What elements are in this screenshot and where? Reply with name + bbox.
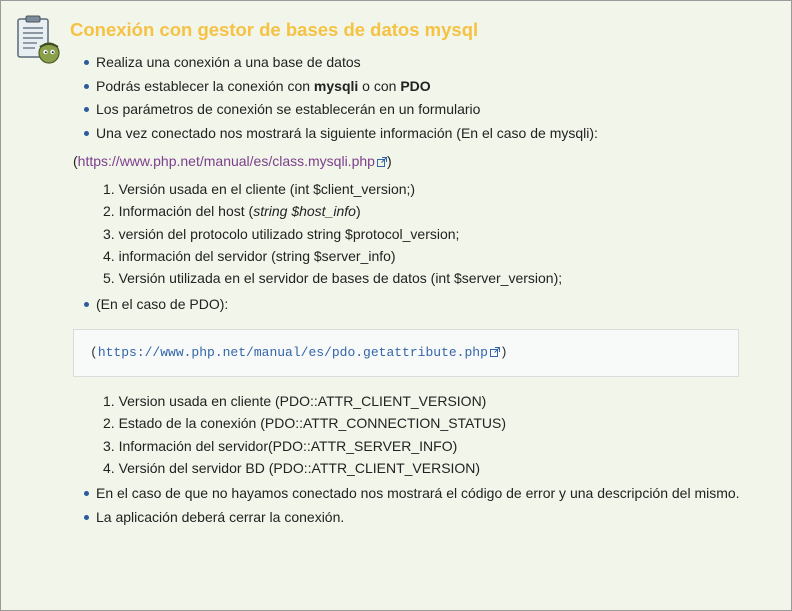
item-number: 2. xyxy=(103,203,115,220)
bullet-icon xyxy=(84,302,89,307)
intro-list: Realiza una conexión a una base de datos… xyxy=(84,53,598,147)
mysqli-docs-link[interactable]: https://www.php.net/manual/es/class.mysq… xyxy=(78,153,375,169)
item-number: 1. xyxy=(103,181,115,197)
page-title: Conexión con gestor de bases de datos my… xyxy=(70,19,479,40)
mysqli-info-list: 1. Versión usada en el cliente (int $cli… xyxy=(103,180,562,291)
list-item: (En el caso de PDO): xyxy=(84,295,228,319)
list-item-text: (En el caso de PDO): xyxy=(96,296,229,312)
bullet-icon xyxy=(84,83,89,89)
bullet-icon xyxy=(84,491,89,496)
list-item: 1. Versión usada en el cliente (int $cli… xyxy=(103,180,562,202)
list-item: Realiza una conexión a una base de datos xyxy=(84,53,598,77)
list-item: Una vez conectado nos mostrará la siguie… xyxy=(84,124,598,148)
list-item-text: Podrás establecer la conexión con xyxy=(96,77,314,94)
external-link-icon xyxy=(489,346,500,361)
code-block: (https://www.php.net/manual/es/pdo.getat… xyxy=(73,329,739,377)
paren-open: ( xyxy=(90,345,98,360)
external-link-icon xyxy=(376,153,387,171)
item-text: Información del servidor(PDO::ATTR_SERVE… xyxy=(118,437,458,454)
item-text: Estado de la conexión (PDO::ATTR_CONNECT… xyxy=(118,415,507,432)
final-list: En el caso de que no hayamos conectado n… xyxy=(84,484,740,531)
pdo-info-list: 1. Version usada en cliente (PDO::ATTR_C… xyxy=(103,392,506,481)
paren-close: ) xyxy=(386,153,392,169)
item-number: 3. xyxy=(103,225,115,242)
item-text: ) xyxy=(355,203,361,220)
bullet-icon xyxy=(84,130,89,136)
item-text-italic: string $host_info xyxy=(253,203,356,220)
item-text: Versión del servidor BD (PDO::ATTR_CLIEN… xyxy=(118,459,481,476)
pdo-docs-link[interactable]: https://www.php.net/manual/es/pdo.getatt… xyxy=(98,345,488,360)
pdo-list: (En el caso de PDO): xyxy=(84,295,228,319)
list-item: 3. Información del servidor(PDO::ATTR_SE… xyxy=(103,437,506,459)
list-item-text: o con xyxy=(358,77,401,94)
list-item: 2. Estado de la conexión (PDO::ATTR_CONN… xyxy=(103,414,506,436)
item-number: 1. xyxy=(103,393,115,409)
list-item: 5. Versión utilizada en el servidor de b… xyxy=(103,269,562,291)
item-text: Version usada en cliente (PDO::ATTR_CLIE… xyxy=(118,393,487,409)
item-number: 2. xyxy=(103,415,115,432)
list-item: 4. Versión del servidor BD (PDO::ATTR_CL… xyxy=(103,459,506,481)
list-item-text: La aplicación deberá cerrar la conexión. xyxy=(96,508,345,525)
list-item: Podrás establecer la conexión con mysqli… xyxy=(84,77,598,101)
list-item: 3. versión del protocolo utilizado strin… xyxy=(103,225,562,247)
list-item-text: Los parámetros de conexión se establecer… xyxy=(96,101,481,117)
list-item: En el caso de que no hayamos conectado n… xyxy=(84,484,740,508)
list-item-text: Una vez conectado nos mostrará la siguie… xyxy=(96,124,598,141)
list-item: 2. Información del host (string $host_in… xyxy=(103,202,562,224)
pdo-keyword: PDO xyxy=(400,77,431,94)
mysqli-keyword: mysqli xyxy=(313,77,359,94)
pdo-reference: (https://www.php.net/manual/es/pdo.getat… xyxy=(90,345,508,361)
item-number: 4. xyxy=(103,247,115,264)
mysqli-reference: (https://www.php.net/manual/es/class.mys… xyxy=(73,152,392,171)
item-text: Información del host ( xyxy=(118,203,254,220)
item-text: información del servidor (string $server… xyxy=(118,247,396,264)
item-text: versión del protocolo utilizado string $… xyxy=(118,225,460,242)
paren-close: ) xyxy=(499,345,508,360)
list-item: 1. Version usada en cliente (PDO::ATTR_C… xyxy=(103,392,506,414)
bullet-icon xyxy=(84,60,89,65)
item-number: 3. xyxy=(103,437,115,454)
item-number: 4. xyxy=(103,459,115,476)
list-item-text: Realiza una conexión a una base de datos xyxy=(96,54,361,70)
item-number: 5. xyxy=(103,270,115,287)
bullet-icon xyxy=(84,107,89,112)
list-item: Los parámetros de conexión se establecer… xyxy=(84,100,598,124)
list-item: La aplicación deberá cerrar la conexión. xyxy=(84,508,740,532)
item-text: Versión usada en el cliente (int $client… xyxy=(118,181,416,197)
list-item-text: En el caso de que no hayamos conectado n… xyxy=(96,485,740,501)
list-item: 4. información del servidor (string $ser… xyxy=(103,247,562,269)
item-text: Versión utilizada en el servidor de base… xyxy=(118,270,563,287)
clipboard-checklist-icon xyxy=(15,15,61,65)
bullet-icon xyxy=(84,514,89,520)
